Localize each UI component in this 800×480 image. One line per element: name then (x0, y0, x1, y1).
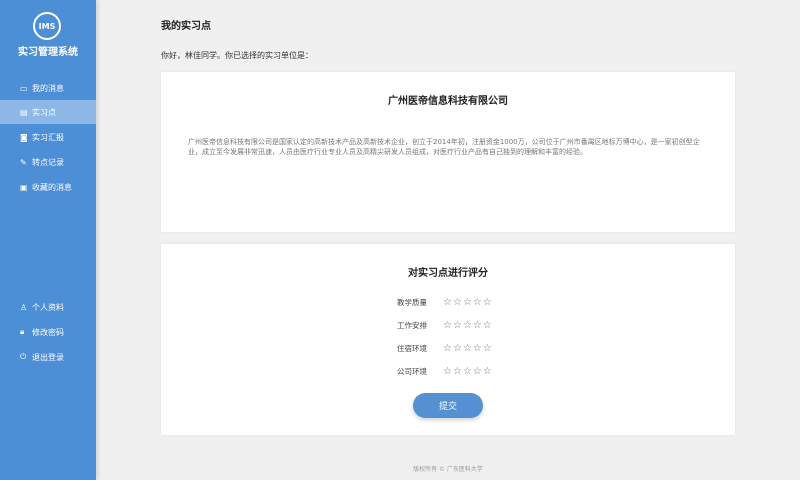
sidebar-item-transfer[interactable]: ✎ 转点记录 (0, 150, 96, 174)
sidebar-item-change-password[interactable]: 🔒︎ 修改密码 (0, 320, 96, 344)
transfer-icon: ✎ (20, 157, 27, 167)
building-icon: ▤ (20, 107, 28, 117)
sidebar: IMS 实习管理系统 ▭ 我的消息 ▤ 实习点 ◙ 实习汇报 ✎ 转点记录 ▣ 收藏的消息… (0, 0, 96, 480)
sidebar-item-profile[interactable]: ♙ 个人资料 (0, 295, 96, 319)
star-icon[interactable]: ☆ (463, 297, 472, 308)
star-rating[interactable]: ☆☆☆☆☆ (443, 297, 493, 308)
sidebar-item-internship-site[interactable]: ▤ 实习点 (0, 100, 96, 124)
star-rating[interactable]: ☆☆☆☆☆ (443, 343, 493, 354)
star-icon[interactable]: ☆ (463, 366, 472, 377)
rating-row: 公司环境 ☆☆☆☆☆ (397, 366, 493, 377)
sidebar-item-logout[interactable]: ⏻ 退出登录 (0, 345, 96, 369)
star-icon[interactable]: ☆ (443, 320, 452, 331)
submit-button[interactable]: 提交 (413, 393, 483, 418)
report-icon: ◙ (20, 132, 28, 142)
star-icon[interactable]: ☆ (483, 366, 492, 377)
star-icon[interactable]: ☆ (443, 297, 452, 308)
rating-row: 住宿环境 ☆☆☆☆☆ (397, 343, 493, 354)
star-icon[interactable]: ☆ (453, 297, 462, 308)
star-rating[interactable]: ☆☆☆☆☆ (443, 366, 493, 377)
star-icon[interactable]: ☆ (443, 343, 452, 354)
sidebar-item-report[interactable]: ◙ 实习汇报 (0, 125, 96, 149)
power-icon: ⏻ (20, 352, 27, 361)
company-card: 广州医帝信息科技有限公司 广州医帝信息科技有限公司是国家认定的高新技术产品及高新… (161, 72, 735, 232)
message-icon: ▭ (20, 83, 28, 93)
greeting: 你好，林佳同学。你已选择的实习单位是： (161, 51, 313, 60)
star-icon[interactable]: ☆ (453, 320, 462, 331)
star-icon[interactable]: ☆ (463, 343, 472, 354)
company-description: 广州医帝信息科技有限公司是国家认定的高新技术产品及高新技术企业，创立于2014年… (188, 138, 700, 156)
company-name: 广州医帝信息科技有限公司 (388, 96, 508, 107)
star-icon[interactable]: ☆ (443, 366, 452, 377)
star-icon[interactable]: ☆ (473, 320, 482, 331)
ims-logo: IMS (33, 12, 61, 40)
rating-row: 教学质量 ☆☆☆☆☆ (397, 297, 493, 308)
rating-label: 公司环境 (397, 367, 427, 376)
lock-icon: 🔒︎ (20, 327, 25, 336)
rating-label: 工作安排 (397, 321, 427, 330)
rating-row: 工作安排 ☆☆☆☆☆ (397, 320, 493, 331)
footer: 版权所有 © 广东医科大学 (413, 466, 483, 473)
rating-card: 对实习点进行评分 教学质量 ☆☆☆☆☆ 工作安排 ☆☆☆☆☆ 住宿环境 ☆☆☆☆☆ 公司环境… (161, 244, 735, 435)
star-icon[interactable]: ☆ (463, 320, 472, 331)
system-name: 实习管理系统 (18, 47, 78, 58)
star-icon[interactable]: ☆ (483, 320, 492, 331)
sidebar-item-favorites[interactable]: ▣ 收藏的消息 (0, 175, 96, 199)
star-icon[interactable]: ☆ (483, 297, 492, 308)
star-icon[interactable]: ☆ (483, 343, 492, 354)
star-icon[interactable]: ☆ (473, 297, 482, 308)
star-icon[interactable]: ☆ (473, 343, 482, 354)
star-rating[interactable]: ☆☆☆☆☆ (443, 320, 493, 331)
rating-title: 对实习点进行评分 (408, 268, 488, 279)
star-icon[interactable]: ☆ (453, 366, 462, 377)
rating-label: 住宿环境 (397, 344, 427, 353)
rating-label: 教学质量 (397, 298, 427, 307)
page-title: 我的实习点 (161, 21, 211, 32)
star-icon[interactable]: ☆ (473, 366, 482, 377)
favorite-icon: ▣ (20, 182, 28, 192)
star-icon[interactable]: ☆ (453, 343, 462, 354)
user-icon: ♙ (20, 302, 28, 312)
sidebar-item-messages[interactable]: ▭ 我的消息 (0, 76, 96, 100)
